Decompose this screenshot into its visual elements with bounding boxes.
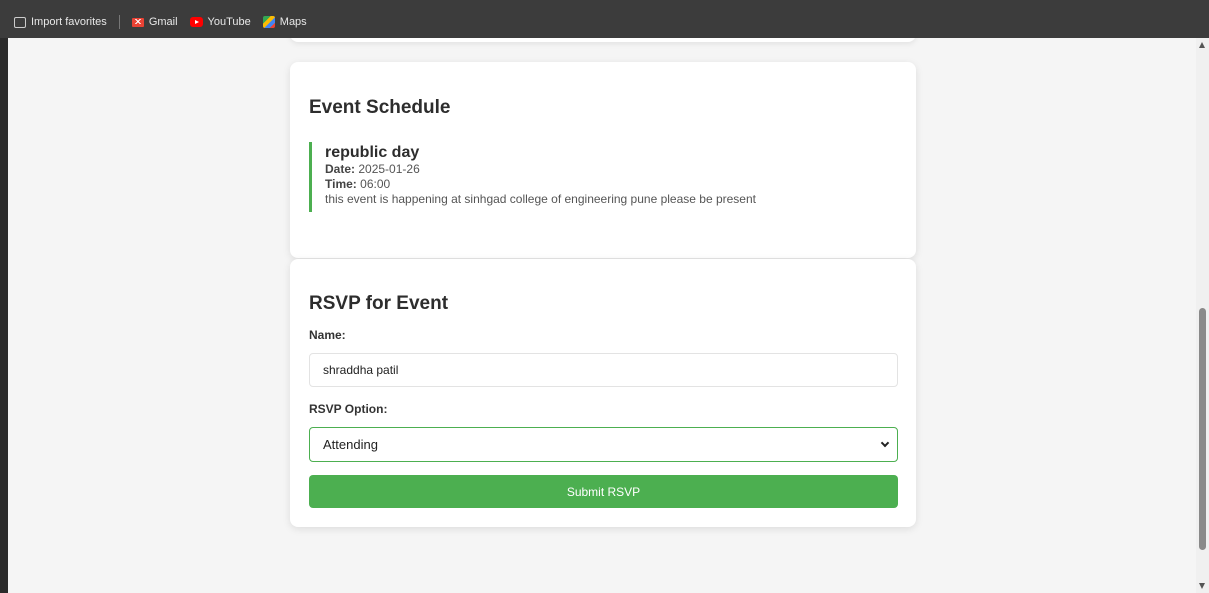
bookmark-separator bbox=[118, 15, 120, 29]
bookmark-gmail[interactable]: Gmail bbox=[131, 16, 178, 28]
bookmarks-bar: Import favorites Gmail YouTube Maps bbox=[0, 6, 1209, 38]
event-date-value: 2025-01-26 bbox=[358, 162, 420, 176]
rsvp-option-selected: Attending bbox=[323, 437, 378, 452]
gmail-icon bbox=[131, 17, 144, 27]
youtube-icon bbox=[189, 17, 203, 27]
rsvp-option-label: RSVP Option: bbox=[309, 402, 388, 416]
bookmark-label: Maps bbox=[279, 16, 307, 28]
event-time: Time: 06:00 bbox=[325, 177, 879, 192]
name-input[interactable] bbox=[309, 353, 898, 387]
maps-icon bbox=[262, 16, 275, 28]
browser-frame-left bbox=[0, 38, 8, 593]
scroll-up-arrow-icon[interactable] bbox=[1199, 42, 1205, 48]
event-date-label: Date: bbox=[325, 162, 356, 176]
bookmark-label: YouTube bbox=[207, 16, 251, 28]
bookmark-youtube[interactable]: YouTube bbox=[189, 16, 251, 28]
rsvp-option-select[interactable]: Attending bbox=[309, 427, 898, 462]
bookmark-import-favorites[interactable]: Import favorites bbox=[14, 16, 107, 28]
schedule-heading: Event Schedule bbox=[309, 97, 451, 118]
page-scrollbar[interactable] bbox=[1196, 38, 1209, 593]
event-schedule-card: Event Schedule republic day Date: 2025-0… bbox=[290, 62, 916, 258]
page-viewport: Event Schedule republic day Date: 2025-0… bbox=[8, 38, 1196, 593]
bookmark-label: Import favorites bbox=[31, 16, 107, 28]
rsvp-card: RSVP for Event Name: RSVP Option: Attend… bbox=[290, 259, 916, 527]
scroll-down-arrow-icon[interactable] bbox=[1199, 583, 1205, 589]
import-icon bbox=[14, 16, 26, 28]
event-title: republic day bbox=[325, 144, 420, 161]
scrollbar-thumb[interactable] bbox=[1199, 308, 1206, 550]
event-description: this event is happening at sinhgad colle… bbox=[325, 192, 756, 206]
submit-rsvp-button[interactable]: Submit RSVP bbox=[309, 475, 898, 508]
bookmark-label: Gmail bbox=[148, 16, 178, 28]
previous-card-edge bbox=[290, 38, 916, 42]
name-label: Name: bbox=[309, 328, 346, 342]
event-item: republic day Date: 2025-01-26 Time: 06:0… bbox=[309, 142, 879, 212]
event-time-label: Time: bbox=[325, 177, 357, 191]
rsvp-heading: RSVP for Event bbox=[309, 293, 449, 314]
event-date: Date: 2025-01-26 bbox=[325, 162, 879, 177]
chevron-down-icon bbox=[880, 438, 890, 448]
event-time-value: 06:00 bbox=[360, 177, 391, 191]
bookmark-maps[interactable]: Maps bbox=[262, 16, 307, 28]
